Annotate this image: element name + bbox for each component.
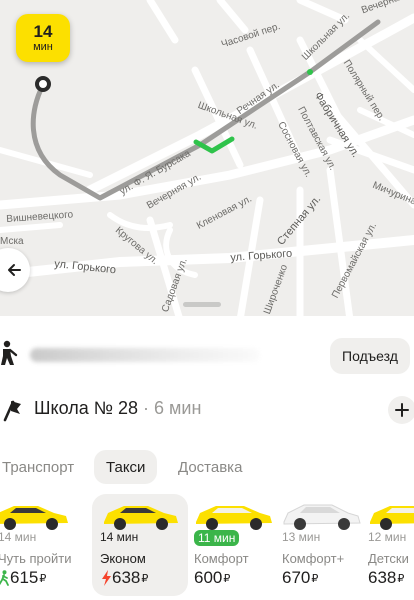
pickup-row[interactable]: Подъезд bbox=[0, 326, 414, 378]
porch-button[interactable]: Подъезд bbox=[330, 338, 410, 374]
tariff-card-comfort-plus[interactable]: 13 мин Комфорт+ 670 ₽ bbox=[278, 494, 374, 596]
currency: ₽ bbox=[223, 572, 231, 585]
tab-delivery[interactable]: Доставка bbox=[166, 450, 254, 484]
tariff-card-comfort[interactable]: 11 мин Комфорт 600 ₽ bbox=[190, 494, 286, 596]
plus-icon bbox=[395, 403, 409, 417]
tariff-card-economy[interactable]: 14 мин Эконом 638 ₽ bbox=[92, 494, 188, 596]
destination-row[interactable]: Школа № 28 · 6 мин bbox=[0, 390, 414, 430]
yellow-car-icon bbox=[196, 506, 272, 530]
tariff-price: 600 ₽ bbox=[194, 568, 230, 588]
map[interactable]: Часовой пер. Школьная ул. Школьная ул. Р… bbox=[0, 0, 414, 320]
walk-icon bbox=[0, 570, 9, 586]
tariff-name: Эконом bbox=[100, 551, 146, 566]
mode-tabs: Транспорт Такси Доставка bbox=[0, 450, 414, 484]
eta-map-pin[interactable]: 14 мин bbox=[16, 14, 70, 62]
tariff-name: Чуть пройти bbox=[0, 551, 72, 566]
price-value: 615 bbox=[10, 568, 39, 587]
add-stop-button[interactable] bbox=[388, 396, 414, 424]
eta-pin-unit: мин bbox=[33, 41, 53, 53]
price-value: 600 bbox=[194, 568, 223, 587]
tab-taxi[interactable]: Такси bbox=[94, 450, 158, 484]
taxi-order-screen: Часовой пер. Школьная ул. Школьная ул. Р… bbox=[0, 0, 414, 600]
tariff-price: 638 ₽ bbox=[368, 568, 404, 588]
eta-pin-value: 14 bbox=[33, 22, 53, 41]
destination-time: · 6 мин bbox=[138, 398, 202, 418]
price-value: 638 bbox=[368, 568, 397, 587]
tariff-card-walk[interactable]: 14 мин Чуть пройти 615 ₽ bbox=[0, 494, 84, 596]
destination-name: Школа № 28 bbox=[34, 398, 139, 418]
tariff-name: Детски bbox=[368, 551, 409, 566]
yellow-car-icon bbox=[104, 506, 178, 530]
street-label: Мска bbox=[0, 236, 24, 247]
tariff-eta: 13 мин bbox=[282, 530, 321, 544]
order-sheet: Подъезд Школа № 28 · 6 мин Транспорт Так… bbox=[0, 316, 414, 600]
tariff-name: Комфорт bbox=[194, 551, 249, 566]
tariff-price: 615 ₽ bbox=[0, 568, 46, 588]
currency: ₽ bbox=[311, 572, 319, 585]
tariff-price: 670 ₽ bbox=[282, 568, 318, 588]
destination-flag-icon bbox=[3, 400, 21, 422]
price-value: 670 bbox=[282, 568, 311, 587]
tariff-card-kids[interactable]: 12 мин Детски 638 ₽ bbox=[364, 494, 414, 596]
tariff-name: Комфорт+ bbox=[282, 551, 345, 566]
currency: ₽ bbox=[397, 572, 405, 585]
arrow-left-icon bbox=[8, 264, 21, 276]
route-start-marker bbox=[35, 76, 51, 92]
tariff-carousel: 14 мин Чуть пройти 615 ₽ 14 мин Эконом 6… bbox=[0, 494, 414, 600]
surge-lightning-icon bbox=[102, 570, 111, 586]
currency: ₽ bbox=[141, 572, 149, 585]
tariff-eta: 14 мин bbox=[0, 530, 37, 544]
sheet-grabber[interactable] bbox=[183, 302, 221, 307]
pickup-address-redacted bbox=[30, 348, 260, 362]
tariff-eta: 14 мин bbox=[100, 530, 139, 544]
white-car-icon bbox=[283, 504, 361, 530]
yellow-car-icon bbox=[370, 506, 414, 530]
currency: ₽ bbox=[39, 572, 47, 585]
yellow-car-icon bbox=[0, 506, 68, 530]
tariff-eta: 12 мин bbox=[368, 530, 407, 544]
tariff-eta: 11 мин bbox=[194, 530, 240, 546]
tab-transport[interactable]: Транспорт bbox=[0, 450, 86, 484]
person-icon bbox=[1, 340, 18, 365]
tariff-price: 638 ₽ bbox=[100, 568, 148, 588]
destination-text: Школа № 28 · 6 мин bbox=[34, 398, 201, 419]
price-value: 638 bbox=[112, 568, 141, 587]
